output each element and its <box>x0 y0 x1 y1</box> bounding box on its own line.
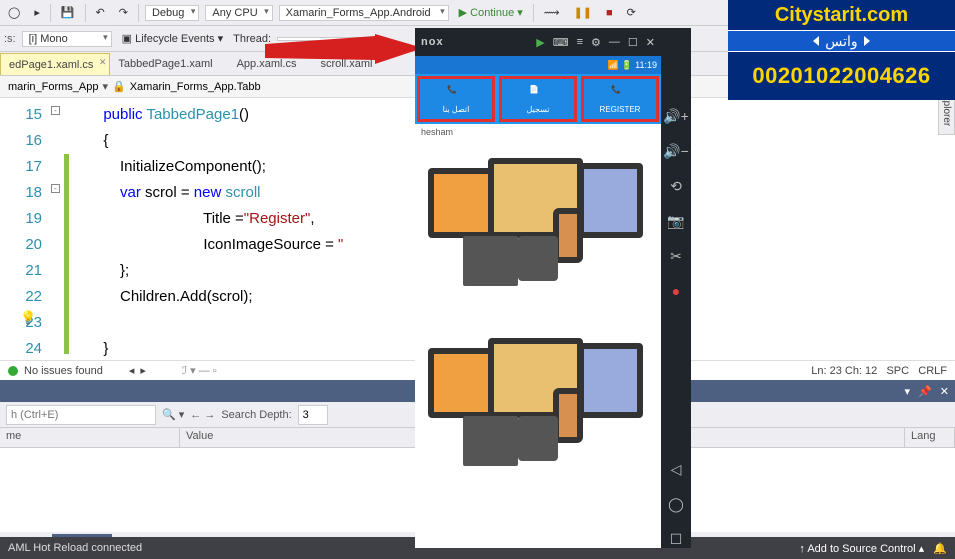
nav-fwd-icon[interactable]: ▸ <box>30 4 44 21</box>
brand-overlay: Citystarit.com واتس 00201022004626 <box>728 0 955 100</box>
app-tab-label: تسجيل <box>527 105 550 114</box>
phone-icon: 📞 <box>611 85 629 103</box>
close-icon[interactable]: ✕ <box>99 57 107 68</box>
doc-icon: 📄 <box>529 85 547 103</box>
maximize-icon[interactable]: ☐ <box>628 36 638 49</box>
pos-devices-image <box>428 328 648 478</box>
pos-devices-image <box>428 148 648 298</box>
window-dropdown-icon[interactable]: ▾ <box>905 385 911 398</box>
record-icon[interactable]: ● <box>672 283 680 299</box>
fold-column[interactable]: - - <box>50 98 64 360</box>
android-statusbar: 📶 🔋 11:19 <box>415 56 661 74</box>
platform-dropdown[interactable]: Any CPU <box>205 5 272 21</box>
pin-icon[interactable]: 📌 <box>918 385 932 398</box>
nox-sidebar: 🔊+ 🔊− ⟲ 📷 ✂ ● ◁ ◯ ☐ <box>661 28 691 548</box>
emulator-caption: hesham <box>418 126 456 138</box>
minimize-icon[interactable]: — <box>609 36 620 49</box>
stop-icon[interactable]: ■ <box>602 5 617 21</box>
search-input[interactable] <box>6 405 156 425</box>
play-store-icon[interactable]: ▶ <box>536 36 544 49</box>
tab-label: scroll.xaml <box>321 58 373 70</box>
tab-label: TabbedPage1.xaml <box>118 58 212 70</box>
issues-text: No issues found <box>24 365 103 377</box>
brand-phone: 00201022004626 <box>728 52 955 100</box>
app-tab-register-ar[interactable]: 📄 تسجيل <box>499 76 577 122</box>
phone-icon: 📞 <box>447 85 465 103</box>
close-icon[interactable]: ✕ <box>646 36 655 49</box>
redo-icon[interactable]: ↷ <box>115 4 132 21</box>
lifecycle-events-button[interactable]: ▣ Lifecycle Events ▾ <box>118 30 228 47</box>
nav-home-icon[interactable]: ◯ <box>668 496 684 513</box>
thread-label: Thread: <box>233 33 271 45</box>
insert-mode: SPC <box>886 365 909 377</box>
scissors-icon[interactable]: ✂ <box>670 248 682 265</box>
keyboard-icon[interactable]: ⌨ <box>553 36 569 49</box>
nav-back-icon[interactable]: ◯ <box>4 4 24 21</box>
cursor-position: Ln: 23 Ch: 12 <box>811 365 877 377</box>
fold-box-icon[interactable]: - <box>51 106 60 115</box>
save-all-icon[interactable]: 💾 <box>57 4 79 21</box>
step-icon[interactable]: ⟿ <box>540 4 564 21</box>
line-ending: CRLF <box>918 365 947 377</box>
tab-label: edPage1.xaml.cs <box>9 59 93 71</box>
class-dropdown[interactable]: Xamarin_Forms_App.Tabb <box>130 81 261 93</box>
lifecycle-label: Lifecycle Events <box>135 33 214 45</box>
app-content[interactable] <box>415 124 661 548</box>
tab-tabbedpage1-cs[interactable]: edPage1.xaml.cs ✕ <box>0 53 110 75</box>
add-source-control-button[interactable]: ↑ Add to Source Control ▴ 🔔 <box>799 542 947 555</box>
undo-icon[interactable]: ↶ <box>92 4 109 21</box>
screenshot-icon[interactable]: 📷 <box>667 213 684 230</box>
continue-button[interactable]: ▶ Continue ▾ <box>455 4 527 21</box>
menu-icon[interactable]: ≡ <box>577 36 583 49</box>
nox-logo: nox <box>421 36 444 48</box>
col-lang[interactable]: Lang <box>905 428 955 447</box>
tab-label: App.xaml.cs <box>237 58 297 70</box>
nox-titlebar: nox ▶ ⌨ ≡ ⚙ — ☐ ✕ <box>415 28 661 56</box>
hot-reload-status: AML Hot Reload connected <box>8 542 142 554</box>
thread-dropdown[interactable] <box>277 37 387 41</box>
search-depth-label: Search Depth: <box>221 409 291 421</box>
settings-icon[interactable]: ⚙ <box>591 36 601 49</box>
config-dropdown[interactable]: Debug <box>145 5 199 21</box>
col-name[interactable]: me <box>0 428 180 447</box>
process-dropdown[interactable]: [i] Mono <box>22 31 112 47</box>
tab-scroll-xaml[interactable]: scroll.xaml <box>313 53 389 75</box>
tab-app-xaml-cs[interactable]: App.xaml.cs <box>229 53 313 75</box>
app-tab-register-en[interactable]: 📞 REGISTER <box>581 76 659 122</box>
search-depth-input[interactable] <box>298 405 328 425</box>
change-indicator <box>64 98 70 360</box>
rotate-icon[interactable]: ⟲ <box>670 178 682 195</box>
wifi-icon: 📶 🔋 <box>608 60 633 71</box>
nox-emulator-window: nox ▶ ⌨ ≡ ⚙ — ☐ ✕ 📶 🔋 11:19 📞 اتصل بنا 📄 <box>415 28 691 548</box>
ok-status-icon <box>8 366 18 376</box>
process-label: :s: <box>4 33 16 45</box>
tab-tabbedpage1-xaml[interactable]: TabbedPage1.xaml <box>110 53 228 75</box>
lightbulb-icon[interactable]: 💡 <box>20 310 36 326</box>
brand-whats-label: واتس <box>728 30 955 52</box>
startup-project-dropdown[interactable]: Xamarin_Forms_App.Android <box>279 5 449 21</box>
close-icon[interactable]: ✕ <box>940 385 949 398</box>
namespace-dropdown[interactable]: marin_Forms_App <box>8 81 98 93</box>
app-tab-label: اتصل بنا <box>443 105 470 114</box>
app-tab-contact[interactable]: 📞 اتصل بنا <box>417 76 495 122</box>
restart-icon[interactable]: ⟳ <box>623 4 640 21</box>
nav-back-icon[interactable]: ◁ <box>671 461 682 478</box>
pause-icon[interactable]: ❚❚ <box>570 4 596 21</box>
volume-up-icon[interactable]: 🔊+ <box>663 108 689 125</box>
brand-site: Citystarit.com <box>728 0 955 30</box>
add-source-control-label: Add to Source Control <box>807 543 915 555</box>
volume-down-icon[interactable]: 🔊− <box>663 143 689 160</box>
fold-box-icon[interactable]: - <box>51 184 60 193</box>
continue-label: Continue <box>470 7 514 19</box>
app-tab-label: REGISTER <box>600 105 641 114</box>
app-tab-bar: 📞 اتصل بنا 📄 تسجيل 📞 REGISTER <box>415 74 661 124</box>
nav-recent-icon[interactable]: ☐ <box>670 531 683 548</box>
status-time: 11:19 <box>635 60 657 70</box>
